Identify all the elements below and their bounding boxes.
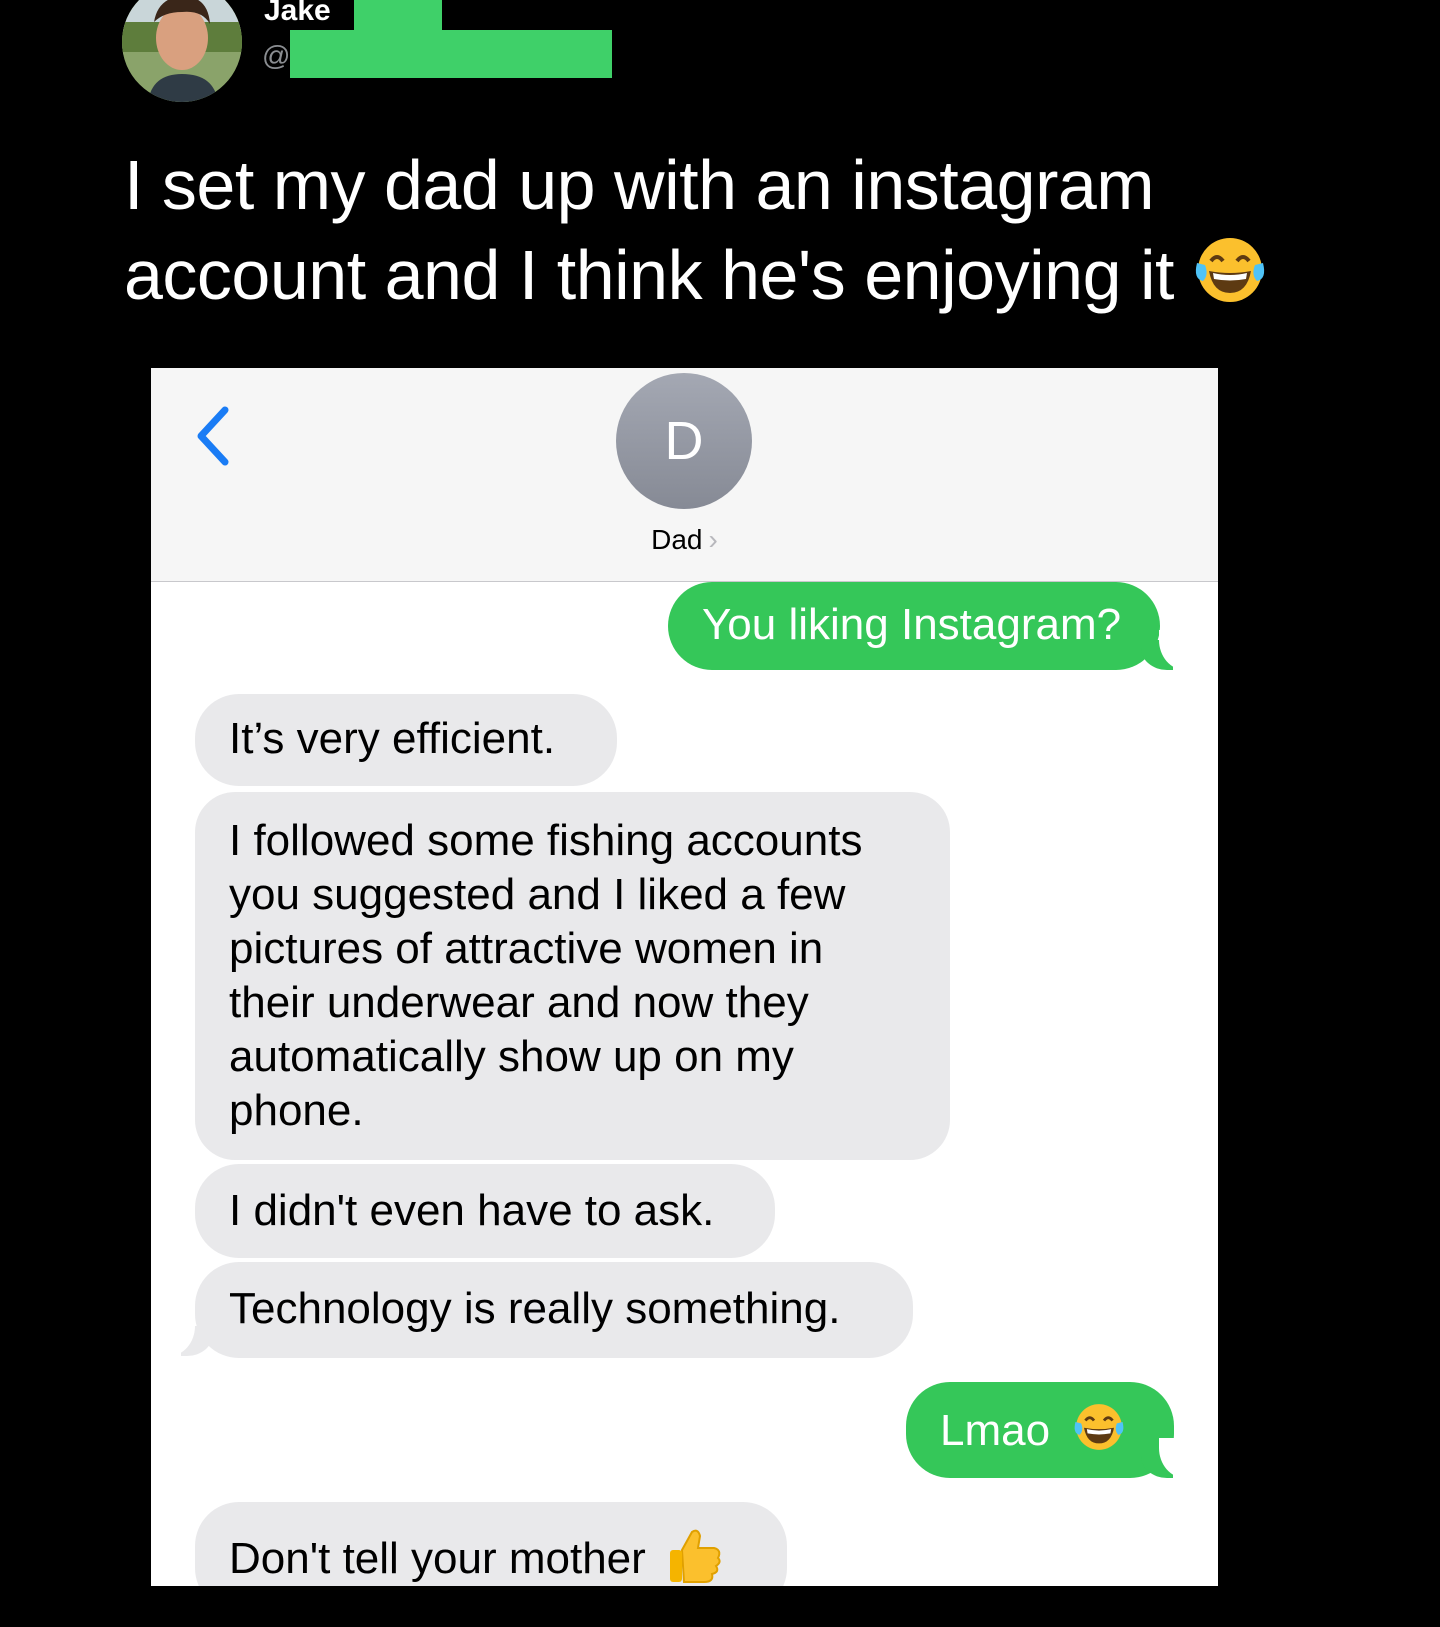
- tweet-text: I set my dad up with an instagram accoun…: [124, 140, 1344, 326]
- message-text: Lmao: [940, 1406, 1051, 1456]
- contact-name-button[interactable]: Dad ›: [151, 524, 1218, 556]
- received-message[interactable]: I followed some fishing accounts you sug…: [195, 792, 950, 1160]
- conversation-header: D Dad ›: [151, 368, 1218, 582]
- received-message[interactable]: It’s very efficient.: [195, 694, 617, 786]
- author-name[interactable]: Jake: [262, 0, 339, 28]
- received-message[interactable]: I didn't even have to ask.: [195, 1164, 775, 1258]
- tweet-header: Jake @: [0, 0, 1440, 120]
- message-tail: [167, 1316, 213, 1356]
- message-text: You liking Instagram?: [702, 600, 1122, 649]
- contact-name: Dad: [651, 524, 703, 555]
- received-message[interactable]: Don't tell your mother: [195, 1502, 787, 1586]
- message-text: I didn't even have to ask.: [229, 1186, 715, 1235]
- contact-avatar[interactable]: D: [616, 373, 752, 509]
- messages-screenshot: D Dad › You liking Instagram? It’s very e…: [151, 368, 1218, 1586]
- message-text: Technology is really something.: [229, 1284, 841, 1333]
- author-handle[interactable]: @: [262, 38, 290, 74]
- message-text: Don't tell your mother: [229, 1534, 646, 1584]
- author-avatar[interactable]: [122, 0, 242, 102]
- tweet-text-body: I set my dad up with an instagram accoun…: [124, 146, 1174, 314]
- thumbs-up-icon: [666, 1526, 722, 1586]
- name-redaction: [354, 0, 442, 30]
- received-message[interactable]: Technology is really something.: [195, 1262, 913, 1358]
- chevron-left-icon[interactable]: [193, 404, 233, 468]
- face-with-tears-of-joy-icon: [1072, 1402, 1126, 1465]
- face-with-tears-of-joy-icon: [1193, 235, 1267, 326]
- chevron-right-icon: ›: [708, 524, 718, 555]
- sent-message[interactable]: Lmao: [906, 1382, 1174, 1478]
- sent-message[interactable]: You liking Instagram?: [668, 582, 1160, 670]
- message-text: I followed some fishing accounts you sug…: [229, 816, 863, 1135]
- message-text: It’s very efficient.: [229, 714, 556, 763]
- handle-redaction: [290, 30, 612, 78]
- message-tail: [1141, 630, 1187, 670]
